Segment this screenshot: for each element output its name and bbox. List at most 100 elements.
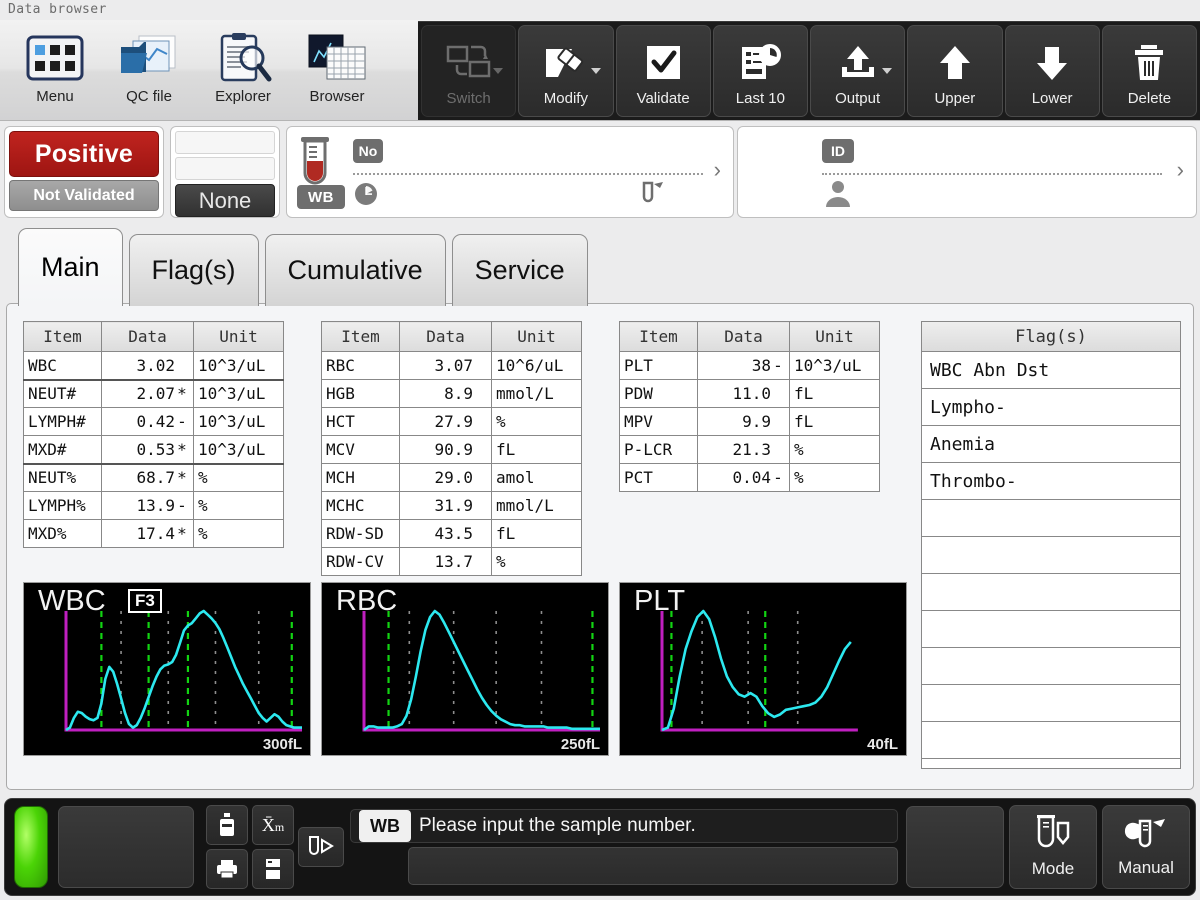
- manual-hand-tube-icon: [1123, 816, 1169, 855]
- selection-slot-2: [175, 157, 275, 180]
- sample-divider: [353, 173, 703, 175]
- bottom-spacer-slot: [906, 806, 1004, 888]
- cell-value: 38: [751, 356, 771, 375]
- table-row[interactable]: WBC 3.02 10^3/uL: [23, 351, 284, 381]
- cell-item: LYMPH%: [23, 491, 102, 520]
- printer-icon[interactable]: [206, 849, 248, 889]
- patient-expand-chevron-icon[interactable]: ›: [1177, 157, 1184, 183]
- cell-unit: %: [789, 463, 880, 492]
- histogram-axis: [362, 611, 600, 732]
- histogram-rbc[interactable]: RBC 250fL: [321, 582, 609, 756]
- manual-button[interactable]: Manual: [1102, 805, 1190, 889]
- flag-item-empty: [922, 722, 1180, 759]
- cell-value: 3.07: [434, 356, 473, 375]
- patient-id-panel[interactable]: ID ›: [737, 126, 1197, 218]
- table-row[interactable]: MCV 90.9 fL: [321, 435, 582, 464]
- sample-info-panel[interactable]: WB No ›: [286, 126, 734, 218]
- toolbar-button-delete[interactable]: Delete: [1101, 25, 1197, 117]
- arrow-down-icon: [1030, 38, 1074, 88]
- histogram-wbc[interactable]: WBC F3 300fL: [23, 582, 311, 756]
- col-header-item: Item: [619, 321, 698, 352]
- cell-flag-mark: *: [177, 384, 187, 404]
- switch-icon: [445, 38, 493, 88]
- tab-flags[interactable]: Flag(s): [128, 234, 259, 306]
- cell-unit: 10^6/uL: [491, 351, 582, 380]
- sample-number-tag: No: [353, 139, 383, 163]
- xm-mean-icon[interactable]: X̄m: [252, 805, 294, 845]
- tab-bar: Main Flag(s) Cumulative Service: [18, 226, 594, 306]
- toolbar-button-output[interactable]: Output: [810, 25, 906, 117]
- tab-main[interactable]: Main: [18, 228, 123, 306]
- cell-data: 0.04-: [697, 463, 790, 492]
- toolbar-button-lower[interactable]: Lower: [1004, 25, 1100, 117]
- col-header-item: Item: [321, 321, 400, 352]
- tube-arrow-icon[interactable]: [298, 827, 344, 867]
- table-row[interactable]: MXD% 17.4 *%: [23, 519, 284, 548]
- sample-expand-chevron-icon[interactable]: ›: [714, 157, 721, 183]
- table-row[interactable]: P-LCR 21.3%: [619, 435, 880, 464]
- main-content-panel: Item Data Unit WBC 3.02 10^3/uL NEUT# 2.07 * 1…: [6, 303, 1194, 790]
- flag-item-empty: [922, 685, 1180, 722]
- toolbar-button-upper[interactable]: Upper: [907, 25, 1003, 117]
- cell-value: 68.7: [136, 468, 175, 488]
- qc-file-chart-icon: [119, 29, 179, 87]
- table-row[interactable]: LYMPH% 13.9-%: [23, 491, 284, 520]
- tab-service[interactable]: Service: [451, 234, 588, 306]
- table-row[interactable]: RDW-CV 13.7%: [321, 547, 582, 576]
- server-icon[interactable]: [252, 849, 294, 889]
- mode-button[interactable]: Mode: [1009, 805, 1097, 889]
- table-row[interactable]: LYMPH# 0.42-10^3/uL: [23, 407, 284, 436]
- histogram-curve: [363, 609, 600, 732]
- message-area: WB Please input the sample number.: [350, 809, 898, 885]
- table-row[interactable]: HCT 27.9%: [321, 407, 582, 436]
- table-row[interactable]: PDW 11.0 fL: [619, 379, 880, 408]
- histogram-scale: 300fL: [262, 736, 302, 753]
- sample-number-input[interactable]: [408, 847, 898, 885]
- table-row[interactable]: MCH 29.0 amol: [321, 463, 582, 492]
- status-badge-validation: Not Validated: [9, 180, 159, 211]
- cell-item: MCV: [321, 435, 400, 464]
- toolbar-button-validate[interactable]: Validate: [615, 25, 711, 117]
- table-row[interactable]: NEUT# 2.07 * 10^3/uL: [23, 379, 284, 408]
- tab-cumulative[interactable]: Cumulative: [264, 234, 446, 306]
- col-header-unit: Unit: [491, 321, 582, 352]
- toolbar-label: Modify: [543, 90, 588, 107]
- table-row[interactable]: MPV 9.9 fL: [619, 407, 880, 436]
- bottom-icon-column-2: X̄m: [252, 805, 294, 889]
- cell-item: RDW-SD: [321, 519, 400, 548]
- cell-data: 13.7: [399, 547, 492, 576]
- table-row[interactable]: MXD# 0.53 * 10^3/uL: [23, 435, 284, 465]
- cell-data: 31.9: [399, 491, 492, 520]
- reagent-bottle-icon[interactable]: [206, 805, 248, 845]
- aspiration-tube-icon: [639, 181, 667, 212]
- toolbar-button-explorer[interactable]: Explorer: [196, 20, 290, 119]
- toolbar-button-browser[interactable]: Browser: [290, 20, 384, 119]
- table-row[interactable]: RDW-SD 43.5 fL: [321, 519, 582, 548]
- flags-list: WBC Abn Dst Lympho- Anemia Thrombo-: [922, 352, 1180, 759]
- table-row[interactable]: HGB 8.9 mmol/L: [321, 379, 582, 408]
- cell-value: 43.5: [434, 524, 473, 543]
- toolbar-button-modify[interactable]: Modify: [518, 25, 614, 117]
- cell-item: WBC: [23, 351, 102, 381]
- validate-check-icon: [641, 38, 685, 88]
- arrow-up-icon: [933, 38, 977, 88]
- cell-item: PLT: [619, 351, 698, 380]
- table-row[interactable]: NEUT% 68.7 *%: [23, 463, 284, 492]
- histogram-title: PLT: [634, 585, 686, 617]
- histogram-plt[interactable]: PLT 40fL: [619, 582, 907, 756]
- wbc-table-body: WBC 3.02 10^3/uL NEUT# 2.07 * 10^3/uL LYMPH# 0.4…: [23, 351, 284, 548]
- toolbar-button-switch[interactable]: Switch: [421, 25, 517, 117]
- table-row[interactable]: RBC 3.07 10^6/uL: [321, 351, 582, 380]
- sample-mode-chip: WB: [359, 810, 411, 842]
- col-header-unit: Unit: [193, 321, 284, 352]
- sample-tube-icon: WB: [297, 137, 349, 209]
- toolbar-button-last10[interactable]: Last 10: [712, 25, 808, 117]
- toolbar-label: Browser: [309, 88, 365, 105]
- table-row[interactable]: MCHC 31.9 mmol/L: [321, 491, 582, 520]
- cell-value: 21.3: [732, 440, 771, 459]
- table-row[interactable]: PCT 0.04-%: [619, 463, 880, 492]
- cell-data: 3.07: [399, 351, 492, 380]
- toolbar-button-menu[interactable]: Menu: [8, 20, 102, 119]
- toolbar-button-qc-file[interactable]: QC file: [102, 20, 196, 119]
- table-row[interactable]: PLT 38-10^3/uL: [619, 351, 880, 380]
